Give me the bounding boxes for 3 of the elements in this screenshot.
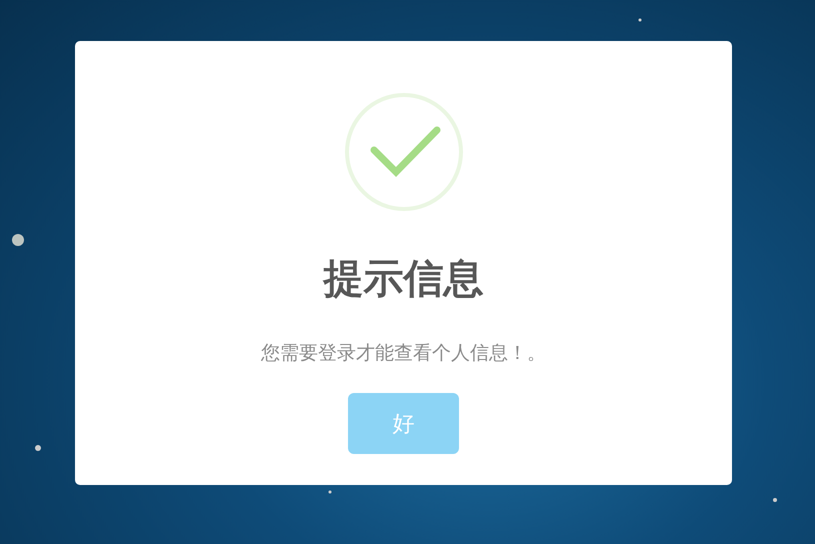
ok-button[interactable]: 好 bbox=[348, 393, 459, 454]
dialog-message: 您需要登录才能查看个人信息！。 bbox=[261, 341, 546, 365]
dialog-title: 提示信息 bbox=[324, 256, 484, 302]
